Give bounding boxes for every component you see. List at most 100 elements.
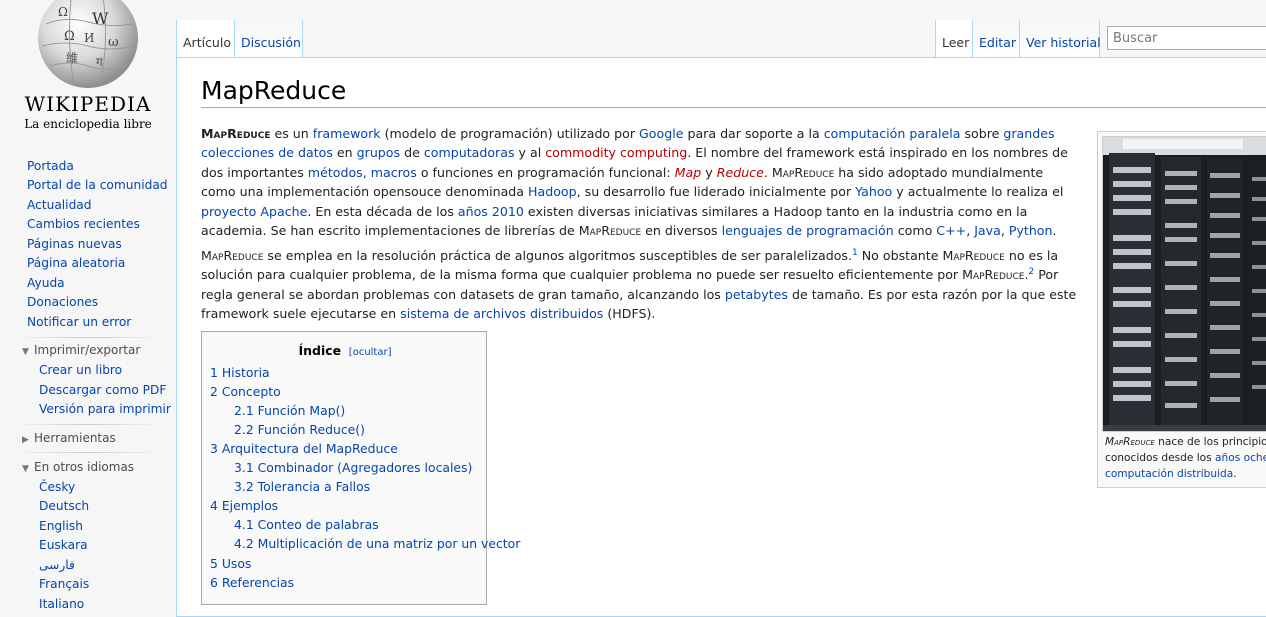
caption-link-computacion-distribuida[interactable]: computación distribuida: [1105, 468, 1233, 480]
toc-heading: Índice: [298, 343, 342, 358]
link-hadoop[interactable]: Hadoop: [528, 184, 577, 199]
toc-item-conteo-palabras[interactable]: 4.1 Conteo de palabras: [234, 517, 379, 532]
languages-toggle[interactable]: ▼ En otros idiomas: [22, 460, 134, 474]
sidebar-item-version-imprimir[interactable]: Versión para imprimir: [39, 402, 171, 416]
term: MapReduce: [962, 267, 1025, 283]
sidebar-item-crear-libro[interactable]: Crear un libro: [39, 363, 122, 377]
sidebar-item-ayuda[interactable]: Ayuda: [27, 276, 65, 290]
toc-item-historia[interactable]: 1 Historia: [210, 365, 270, 380]
link-lenguajes-programacion[interactable]: lenguajes de programación: [722, 223, 894, 238]
link-java[interactable]: Java: [974, 223, 1001, 238]
link-metodos[interactable]: métodos,: [308, 165, 367, 180]
lang-link-italiano[interactable]: Italiano: [39, 597, 84, 611]
tab-editar[interactable]: Editar: [972, 20, 1019, 57]
lang-link-cesky[interactable]: Česky: [39, 480, 75, 494]
tab-discusion[interactable]: Discusión: [234, 20, 303, 57]
link-proyecto-apache[interactable]: proyecto Apache: [201, 204, 307, 219]
sidebar-item-notificar-error[interactable]: Notificar un error: [27, 315, 131, 329]
paragraph-usage: MapReduce se emplea en la resolución prá…: [201, 246, 1081, 324]
text: se emplea en la resolución práctica de a…: [263, 248, 852, 263]
term: MapReduce: [942, 248, 1005, 263]
lang-link-english[interactable]: English: [39, 519, 83, 533]
sidebar-item-portada[interactable]: Portada: [27, 159, 74, 173]
text: .: [763, 164, 772, 180]
tab-leer[interactable]: Leer: [935, 20, 972, 57]
link-grupos[interactable]: grupos: [357, 145, 400, 160]
caption-text: conocidos desde los: [1105, 452, 1216, 464]
sidebar-item-pagina-aleatoria[interactable]: Página aleatoria: [27, 256, 125, 270]
languages-heading: En otros idiomas: [34, 460, 135, 474]
link-computacion-paralela[interactable]: computación paralela: [824, 126, 961, 141]
caption-text: nace de los principios: [1154, 436, 1266, 448]
toc-item-funcion-map[interactable]: 2.1 Función Map(): [234, 403, 345, 418]
svg-text:W: W: [92, 9, 109, 28]
term-bold: MapReduce: [201, 126, 271, 141]
link-framework[interactable]: framework: [313, 126, 381, 141]
sidebar-divider: [12, 424, 164, 425]
search-input[interactable]: [1107, 26, 1266, 50]
tools-toggle[interactable]: ▶ Herramientas: [22, 431, 116, 445]
tab-articulo[interactable]: Artículo: [176, 20, 234, 57]
toc-item-ejemplos[interactable]: 4 Ejemplos: [210, 498, 278, 513]
title-divider: [201, 107, 1266, 108]
toc-item-multiplicacion-matriz[interactable]: 4.2 Multiplicación de una matriz por un …: [234, 536, 520, 551]
link-macros[interactable]: macros: [371, 165, 417, 180]
sidebar-item-paginas-nuevas[interactable]: Páginas nuevas: [27, 237, 122, 251]
text: sobre: [960, 126, 1004, 141]
text: . En esta década de los: [307, 203, 458, 219]
toc-item-usos[interactable]: 5 Usos: [210, 556, 251, 571]
sidebar-item-cambios-recientes[interactable]: Cambios recientes: [27, 217, 140, 231]
toc-item-tolerancia-fallos[interactable]: 3.2 Tolerancia a Fallos: [234, 479, 370, 494]
lang-link-farsi[interactable]: فارسی: [39, 558, 75, 572]
sidebar-item-portal-comunidad[interactable]: Portal de la comunidad: [27, 178, 168, 192]
svg-text:Ω: Ω: [58, 5, 68, 19]
logo-tagline: La enciclopedia libre: [24, 117, 152, 131]
sidebar-divider: [12, 452, 164, 453]
link-sistema-archivos-distribuidos[interactable]: sistema de archivos distribuidos: [400, 306, 603, 321]
sidebar-item-actualidad[interactable]: Actualidad: [27, 198, 92, 212]
sidebar-item-donaciones[interactable]: Donaciones: [27, 295, 98, 309]
sidebar-divider: [12, 337, 164, 338]
redlink-reduce[interactable]: Reduce: [717, 165, 764, 180]
svg-text:Ω: Ω: [64, 29, 75, 44]
text: en diversos: [641, 223, 722, 239]
link-anos-2010[interactable]: años 2010: [458, 204, 524, 219]
tab-ver-historial-label: Ver historial: [1026, 35, 1101, 50]
sidebar-item-descargar-pdf[interactable]: Descargar como PDF: [39, 383, 166, 397]
page-title: MapReduce: [201, 76, 347, 105]
link-computadoras[interactable]: computadoras: [424, 145, 515, 160]
table-of-contents: Índice [ocultar] 1 Historia 2 Concepto 2…: [201, 331, 520, 605]
lang-link-francais[interactable]: Français: [39, 577, 89, 591]
link-datos[interactable]: datos: [298, 145, 333, 160]
text: en: [332, 145, 357, 161]
svg-text:И: И: [84, 31, 94, 45]
tab-ver-historial[interactable]: Ver historial: [1019, 20, 1101, 57]
redlink-map[interactable]: Map: [675, 165, 702, 180]
redlink-commodity-computing[interactable]: commodity computing: [545, 145, 687, 160]
toc-item-referencias[interactable]: 6 Referencias: [210, 575, 294, 590]
link-petabytes[interactable]: petabytes: [725, 287, 788, 302]
toc-item-combinador[interactable]: 3.1 Combinador (Agregadores locales): [234, 460, 472, 475]
wikipedia-logo[interactable]: Ω W Ω И ω 維 ग WIKIPEDIA La enciclopedia …: [0, 0, 176, 140]
lang-link-deutsch[interactable]: Deutsch: [39, 499, 89, 513]
toc-item-arquitectura[interactable]: 3 Arquitectura del MapReduce: [210, 441, 398, 456]
caption-link-anos-ochenta[interactable]: años ochenta: [1215, 452, 1266, 464]
lang-link-euskara[interactable]: Euskara: [39, 538, 88, 552]
text: y: [701, 164, 717, 180]
text: como: [893, 223, 937, 239]
text: (modelo de programación) utilizado por: [380, 126, 640, 141]
toc-item-concepto[interactable]: 2 Concepto: [210, 384, 281, 399]
expanded-triangle-icon: ▼: [22, 347, 29, 357]
svg-text:ω: ω: [108, 35, 119, 50]
print-export-toggle[interactable]: ▼ Imprimir/exportar: [22, 343, 140, 357]
link-python[interactable]: Python: [1009, 223, 1053, 238]
link-yahoo[interactable]: Yahoo: [855, 184, 892, 199]
link-cpp[interactable]: C++: [936, 223, 966, 238]
datacenter-servers-image[interactable]: [1102, 136, 1266, 432]
toc-toggle-link[interactable]: [ocultar]: [349, 347, 392, 358]
text: para dar soporte a la: [683, 126, 824, 141]
tab-editar-label: Editar: [979, 35, 1017, 50]
link-google[interactable]: Google: [639, 126, 683, 141]
caption-text: .: [1233, 468, 1237, 480]
toc-item-funcion-reduce[interactable]: 2.2 Función Reduce(): [234, 422, 365, 437]
